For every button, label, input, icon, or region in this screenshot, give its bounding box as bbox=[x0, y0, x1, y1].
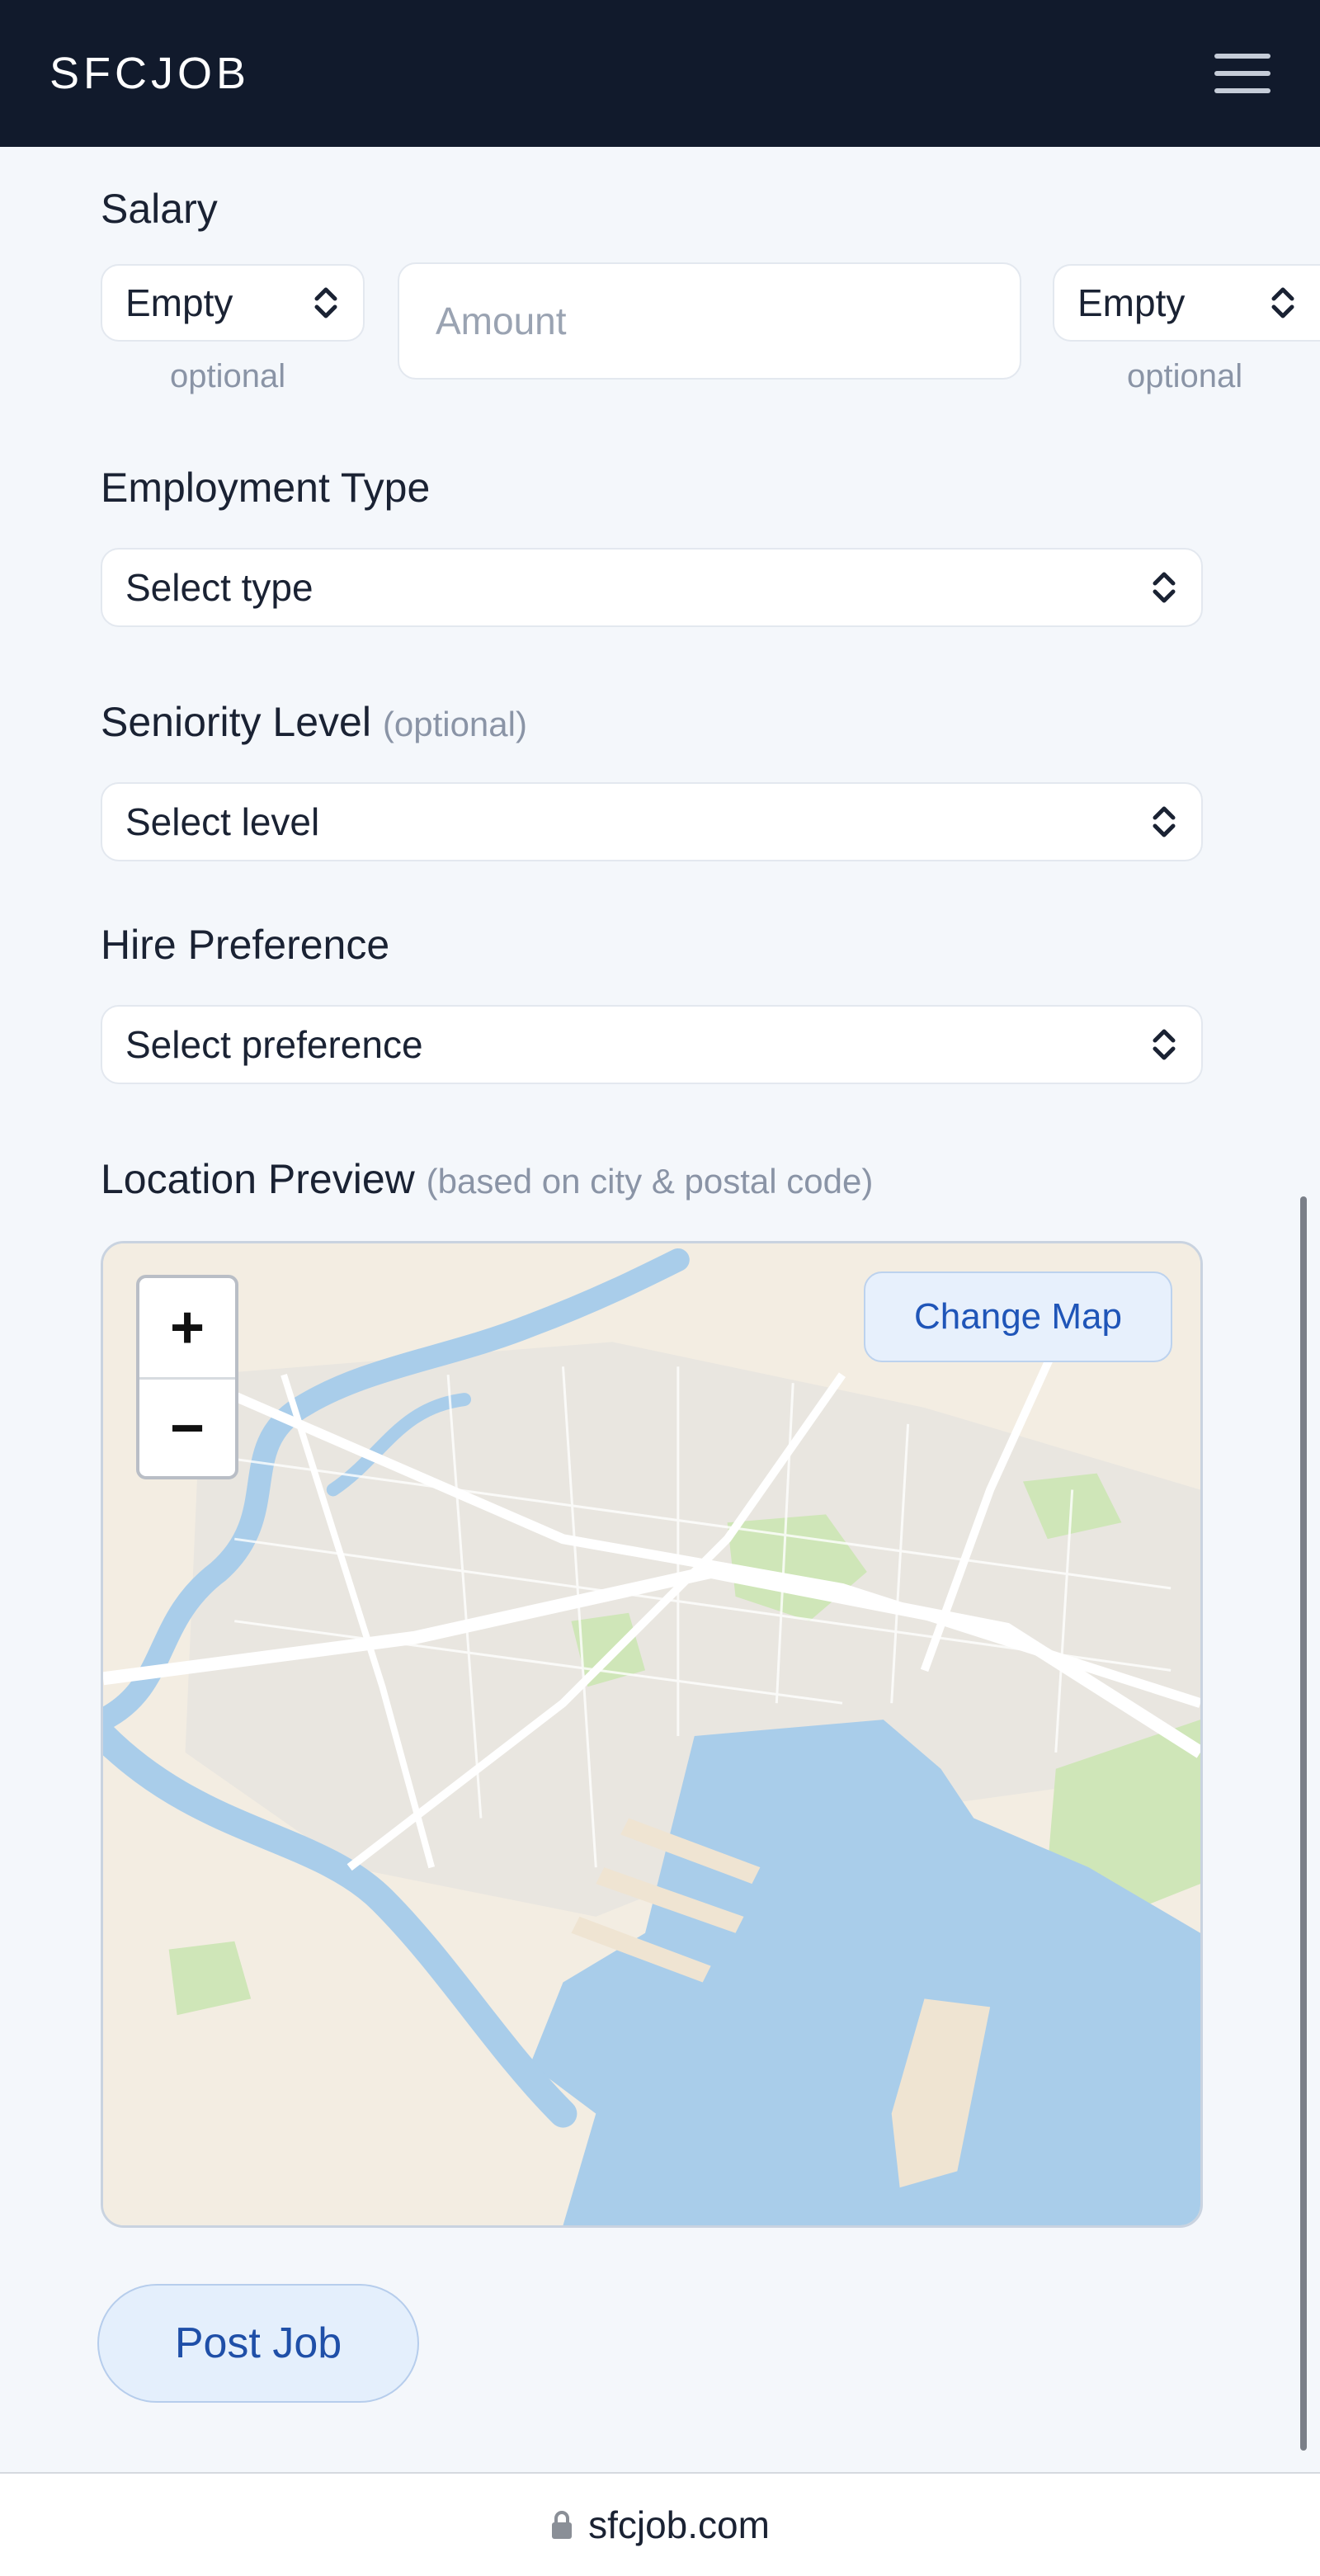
seniority-level-select[interactable]: Select level bbox=[101, 782, 1203, 861]
chevron-updown-icon bbox=[312, 284, 340, 322]
salary-label: Salary bbox=[101, 186, 218, 232]
lock-icon bbox=[550, 2510, 573, 2540]
zoom-in-button[interactable]: + bbox=[139, 1278, 235, 1377]
employment-type-select[interactable]: Select type bbox=[101, 548, 1203, 627]
location-map[interactable]: + − Change Map bbox=[101, 1241, 1203, 2228]
chevron-updown-icon bbox=[1269, 284, 1297, 322]
salary-currency-select[interactable]: Empty bbox=[101, 264, 365, 342]
hire-preference-select[interactable]: Select preference bbox=[101, 1005, 1203, 1084]
hire-preference-label: Hire Preference bbox=[101, 922, 390, 968]
salary-currency-hint: optional bbox=[170, 358, 286, 394]
brand-logo[interactable]: SFCJOB bbox=[50, 48, 250, 99]
employment-type-label: Employment Type bbox=[101, 465, 431, 511]
map-tiles bbox=[103, 1243, 1200, 2225]
location-preview-label: Location Preview (based on city & postal… bbox=[101, 1156, 874, 1202]
zoom-out-button[interactable]: − bbox=[139, 1377, 235, 1476]
change-map-button[interactable]: Change Map bbox=[864, 1271, 1172, 1362]
seniority-level-label: Seniority Level (optional) bbox=[101, 699, 527, 745]
hamburger-menu-icon[interactable] bbox=[1214, 54, 1270, 93]
page-scrollbar[interactable] bbox=[1300, 1196, 1307, 2451]
salary-period-hint: optional bbox=[1127, 358, 1243, 394]
url-text: sfcjob.com bbox=[588, 2503, 770, 2546]
chevron-updown-icon bbox=[1150, 569, 1178, 606]
top-navbar: SFCJOB bbox=[0, 0, 1320, 147]
post-job-button[interactable]: Post Job bbox=[97, 2284, 419, 2403]
browser-url-bar[interactable]: sfcjob.com bbox=[0, 2472, 1320, 2576]
job-form: Salary Empty optional Empty optional Emp… bbox=[0, 147, 1320, 2472]
salary-amount-input[interactable] bbox=[398, 262, 1021, 380]
chevron-updown-icon bbox=[1150, 1026, 1178, 1064]
chevron-updown-icon bbox=[1150, 803, 1178, 841]
salary-period-select[interactable]: Empty bbox=[1053, 264, 1320, 342]
map-zoom-control: + − bbox=[136, 1275, 238, 1479]
